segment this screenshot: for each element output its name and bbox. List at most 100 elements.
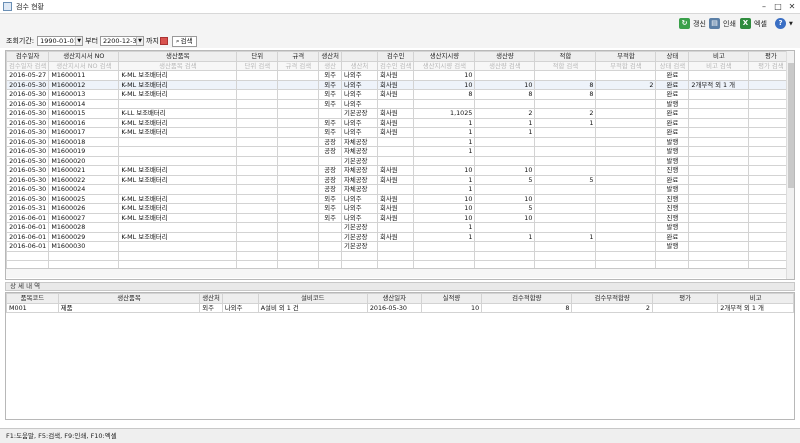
table-cell: 1 xyxy=(413,231,476,242)
table-row[interactable]: 2016-05-31 M1600026 K-ML 보조배터리 외주 나외주 회사원 10 5 진… xyxy=(6,203,794,214)
table-row[interactable]: 2016-06-01 M1600027 K-ML 보조배터리 외주 나외주 회사원 10 10… xyxy=(6,212,794,223)
column-filter-input[interactable]: 부적합 검색 xyxy=(595,60,657,71)
column-header[interactable]: 검수인 xyxy=(376,51,415,62)
table-cell: 기본공장 xyxy=(340,222,378,233)
date-from-input[interactable]: 1990-01-01 ▼ xyxy=(37,36,84,46)
detail-column-header[interactable]: 실적량 xyxy=(420,293,483,304)
print-button[interactable]: ▤ 인쇄 xyxy=(709,18,736,29)
table-row[interactable]: 2016-05-30 M1600022 K-ML 보조배터리 공장 자체공장 회사원 1 5 5… xyxy=(6,174,794,185)
table-cell: 기본공장 xyxy=(340,155,378,166)
table-row[interactable]: 2016-05-30 M1600014 외주 나외주 발행 xyxy=(6,98,794,109)
column-filter-input[interactable]: 검수인 검색 xyxy=(376,60,415,71)
column-header[interactable]: 비고 xyxy=(688,51,750,62)
table-row[interactable]: 2016-06-01 M1600030 기본공장 발행 xyxy=(6,241,794,252)
column-filter-input[interactable]: 단위 검색 xyxy=(236,60,279,71)
column-header[interactable]: 생산지시량 xyxy=(413,51,476,62)
excel-button[interactable]: X 엑셀 xyxy=(740,18,767,29)
detail-cell: 10 xyxy=(420,302,483,313)
table-row[interactable]: 2016-05-30 M1600024 공장 자체공장 1 발행 xyxy=(6,184,794,195)
detail-column-header[interactable]: 설비코드 xyxy=(257,293,368,304)
search-button[interactable]: ⌕ 검색 xyxy=(171,35,197,47)
column-filter-input[interactable]: 규격 검색 xyxy=(277,60,320,71)
column-filter-input[interactable]: 검수일자 검색 xyxy=(6,60,50,71)
column-header[interactable]: 부적합 xyxy=(595,51,657,62)
table-row[interactable]: 2016-05-30 M1600015 K-LL 보조배터리 기본공장 회사원 1,102… xyxy=(6,108,794,119)
detail-column-header[interactable]: 생산처 xyxy=(199,293,223,304)
date-to-input[interactable]: 2200-12-31 ▼ xyxy=(100,36,145,46)
close-icon[interactable]: ✕ xyxy=(786,1,798,12)
table-cell xyxy=(474,98,536,109)
refresh-button[interactable]: ↻ 갱신 xyxy=(679,18,706,29)
column-header[interactable]: 생산품목 xyxy=(118,51,238,62)
table-cell: M1600019 xyxy=(48,146,120,157)
column-header[interactable]: 검수일자 xyxy=(6,51,50,62)
table-cell xyxy=(376,155,415,166)
column-filter-input[interactable]: 생산 xyxy=(318,60,342,71)
column-filter-input[interactable]: 생산지시서 NO 검색 xyxy=(48,60,120,71)
detail-column-header[interactable]: 비고 xyxy=(717,293,794,304)
detail-column-header[interactable]: 생산일자 xyxy=(366,293,422,304)
table-cell: 1 xyxy=(534,231,597,242)
column-header[interactable] xyxy=(340,51,378,62)
table-row[interactable]: 2016-05-30 M1600013 K-ML 보조배터리 외주 나외주 회사원 8 8 8 완… xyxy=(6,89,794,100)
dropdown-arrow-icon[interactable]: ▼ xyxy=(136,37,144,45)
vertical-scrollbar[interactable] xyxy=(786,51,794,279)
table-row[interactable]: 2016-06-01 M1600028 기본공장 1 발행 xyxy=(6,222,794,233)
table-cell xyxy=(688,184,750,195)
table-cell: 2016-05-27 xyxy=(6,70,50,81)
scrollbar-thumb[interactable] xyxy=(788,63,794,188)
help-button[interactable]: ? ▼ xyxy=(775,18,793,29)
detail-header-row: 품목코드 생산품목 생산처 설비코드 생산일자 실적량 검수적합량 검수부적합량 평가 비고 xyxy=(6,293,794,304)
column-filter-input[interactable]: 생산지시량 검색 xyxy=(413,60,476,71)
detail-column-header[interactable]: 검수적합량 xyxy=(481,293,573,304)
table-cell: 완료 xyxy=(655,79,690,90)
column-filter-input[interactable]: 생산량 검색 xyxy=(474,60,536,71)
column-header[interactable]: 상태 xyxy=(655,51,690,62)
table-row[interactable]: 2016-06-01 M1600029 K-ML 보조배터리 기본공장 회사원 1 1 1 완료 xyxy=(6,231,794,242)
minimize-icon[interactable]: – xyxy=(758,1,770,12)
table-cell xyxy=(595,155,657,166)
table-cell xyxy=(376,98,415,109)
detail-column-header[interactable]: 생산품목 xyxy=(57,293,201,304)
table-cell xyxy=(688,250,750,261)
maximize-icon[interactable]: □ xyxy=(772,1,784,12)
table-cell xyxy=(236,241,279,252)
detail-column-header[interactable]: 품목코드 xyxy=(6,293,59,304)
detail-column-header[interactable]: 검수부적합량 xyxy=(571,293,653,304)
table-row[interactable]: 2016-05-30 M1600019 공장 자체공장 1 발행 xyxy=(6,146,794,157)
detail-column-header[interactable] xyxy=(221,293,259,304)
column-filter-input[interactable]: 생산처 xyxy=(340,60,378,71)
table-cell: K-ML 보조배터리 xyxy=(118,127,238,138)
detail-column-header[interactable]: 평가 xyxy=(651,293,719,304)
table-cell xyxy=(277,241,320,252)
table-row[interactable]: 2016-05-30 M1600018 공장 자체공장 1 발행 xyxy=(6,136,794,147)
table-cell xyxy=(413,250,476,261)
table-row[interactable]: 2016-05-30 M1600017 K-ML 보조배터리 외주 나외주 회사원 1 1 완료 xyxy=(6,127,794,138)
column-filter-input[interactable]: 생산품목 검색 xyxy=(118,60,238,71)
table-row[interactable]: 2016-05-30 M1600025 K-ML 보조배터리 외주 나외주 회사원 10 10… xyxy=(6,193,794,204)
table-row[interactable]: 2016-05-30 M1600016 K-ML 보조배터리 외주 나외주 회사원 1 1 1 완… xyxy=(6,117,794,128)
table-cell xyxy=(688,155,750,166)
table-cell: M1600020 xyxy=(48,155,120,166)
table-row[interactable]: 2016-05-30 M1600020 기본공장 발행 xyxy=(6,155,794,166)
table-cell xyxy=(474,155,536,166)
calendar-icon[interactable] xyxy=(159,37,168,45)
table-cell xyxy=(236,231,279,242)
detail-row[interactable]: M001 제품 외주 나외주 A설비 외 1 건 2016-05-30 10 8 2 2개부적 외… xyxy=(6,302,794,313)
table-cell xyxy=(236,222,279,233)
column-header[interactable]: 생산량 xyxy=(474,51,536,62)
table-row[interactable]: 2016-05-30 M1600012 K-ML 보조배터리 외주 나외주 회사원 10 10… xyxy=(6,79,794,90)
table-cell: 2 xyxy=(595,79,657,90)
column-filter-input[interactable]: 적합 검색 xyxy=(534,60,597,71)
column-filter-input[interactable]: 비고 검색 xyxy=(688,60,750,71)
column-header[interactable]: 적합 xyxy=(534,51,597,62)
dropdown-arrow-icon[interactable]: ▼ xyxy=(75,37,83,45)
table-cell: M1600029 xyxy=(48,231,120,242)
column-header[interactable]: 규격 xyxy=(277,51,320,62)
table-row[interactable]: 2016-05-27 M1600011 K-ML 보조배터리 외주 나외주 회사원 10 완료 xyxy=(6,70,794,81)
column-header[interactable]: 단위 xyxy=(236,51,279,62)
table-row[interactable]: 2016-05-30 M1600021 K-ML 보조배터리 공장 자체공장 회사원 10 1… xyxy=(6,165,794,176)
column-filter-input[interactable]: 상태 검색 xyxy=(655,60,690,71)
column-header[interactable]: 생산처 xyxy=(318,51,342,62)
column-header[interactable]: 생산지시서 NO xyxy=(48,51,120,62)
